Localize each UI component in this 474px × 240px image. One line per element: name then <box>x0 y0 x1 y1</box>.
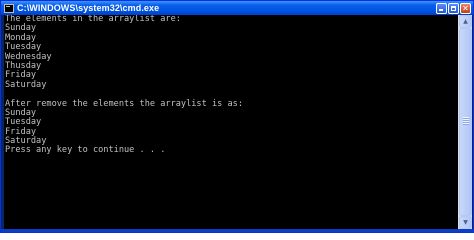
console-line: Friday <box>5 126 37 137</box>
console-line: Tuesday <box>5 117 42 128</box>
scroll-down-button[interactable]: ▼ <box>459 216 472 229</box>
close-icon: ✕ <box>462 3 469 13</box>
console-line: Monday <box>5 32 37 43</box>
console-output[interactable]: The elements in the arraylist are: Sunda… <box>4 15 458 229</box>
title-bar[interactable]: C:\WINDOWS\system32\cmd.exe ✕ <box>1 1 473 15</box>
console-line: Sunday <box>5 107 37 118</box>
maximize-button[interactable] <box>448 2 459 14</box>
console-line: Sunday <box>5 23 37 34</box>
cmd-window: C:\WINDOWS\system32\cmd.exe ✕ The elemen… <box>0 0 474 233</box>
arrow-down-icon: ▼ <box>463 219 468 226</box>
maximize-icon <box>451 5 456 11</box>
minimize-button[interactable] <box>436 2 447 14</box>
vertical-scrollbar[interactable]: ▲ ▼ <box>458 15 472 229</box>
close-button[interactable]: ✕ <box>460 2 471 14</box>
console-line: Thusday <box>5 60 42 71</box>
console-line: Wednesday <box>5 51 52 62</box>
cmd-icon[interactable] <box>4 3 14 13</box>
scroll-thumb[interactable] <box>459 28 472 216</box>
window-controls: ✕ <box>435 2 471 14</box>
window-bottom-border <box>1 229 473 232</box>
console-line: The elements in the arraylist are: <box>5 15 181 24</box>
console-line: Press any key to continue . . . <box>5 145 166 156</box>
scroll-up-button[interactable]: ▲ <box>459 15 472 28</box>
console-line: Friday <box>5 70 37 81</box>
console-line: After remove the elements the arraylist … <box>5 98 243 109</box>
console-line: Saturday <box>5 79 47 90</box>
arrow-up-icon: ▲ <box>463 18 468 25</box>
console-line: Tuesday <box>5 42 42 53</box>
minimize-icon <box>439 8 443 11</box>
grip-icon <box>463 117 469 125</box>
window-title: C:\WINDOWS\system32\cmd.exe <box>17 3 160 13</box>
